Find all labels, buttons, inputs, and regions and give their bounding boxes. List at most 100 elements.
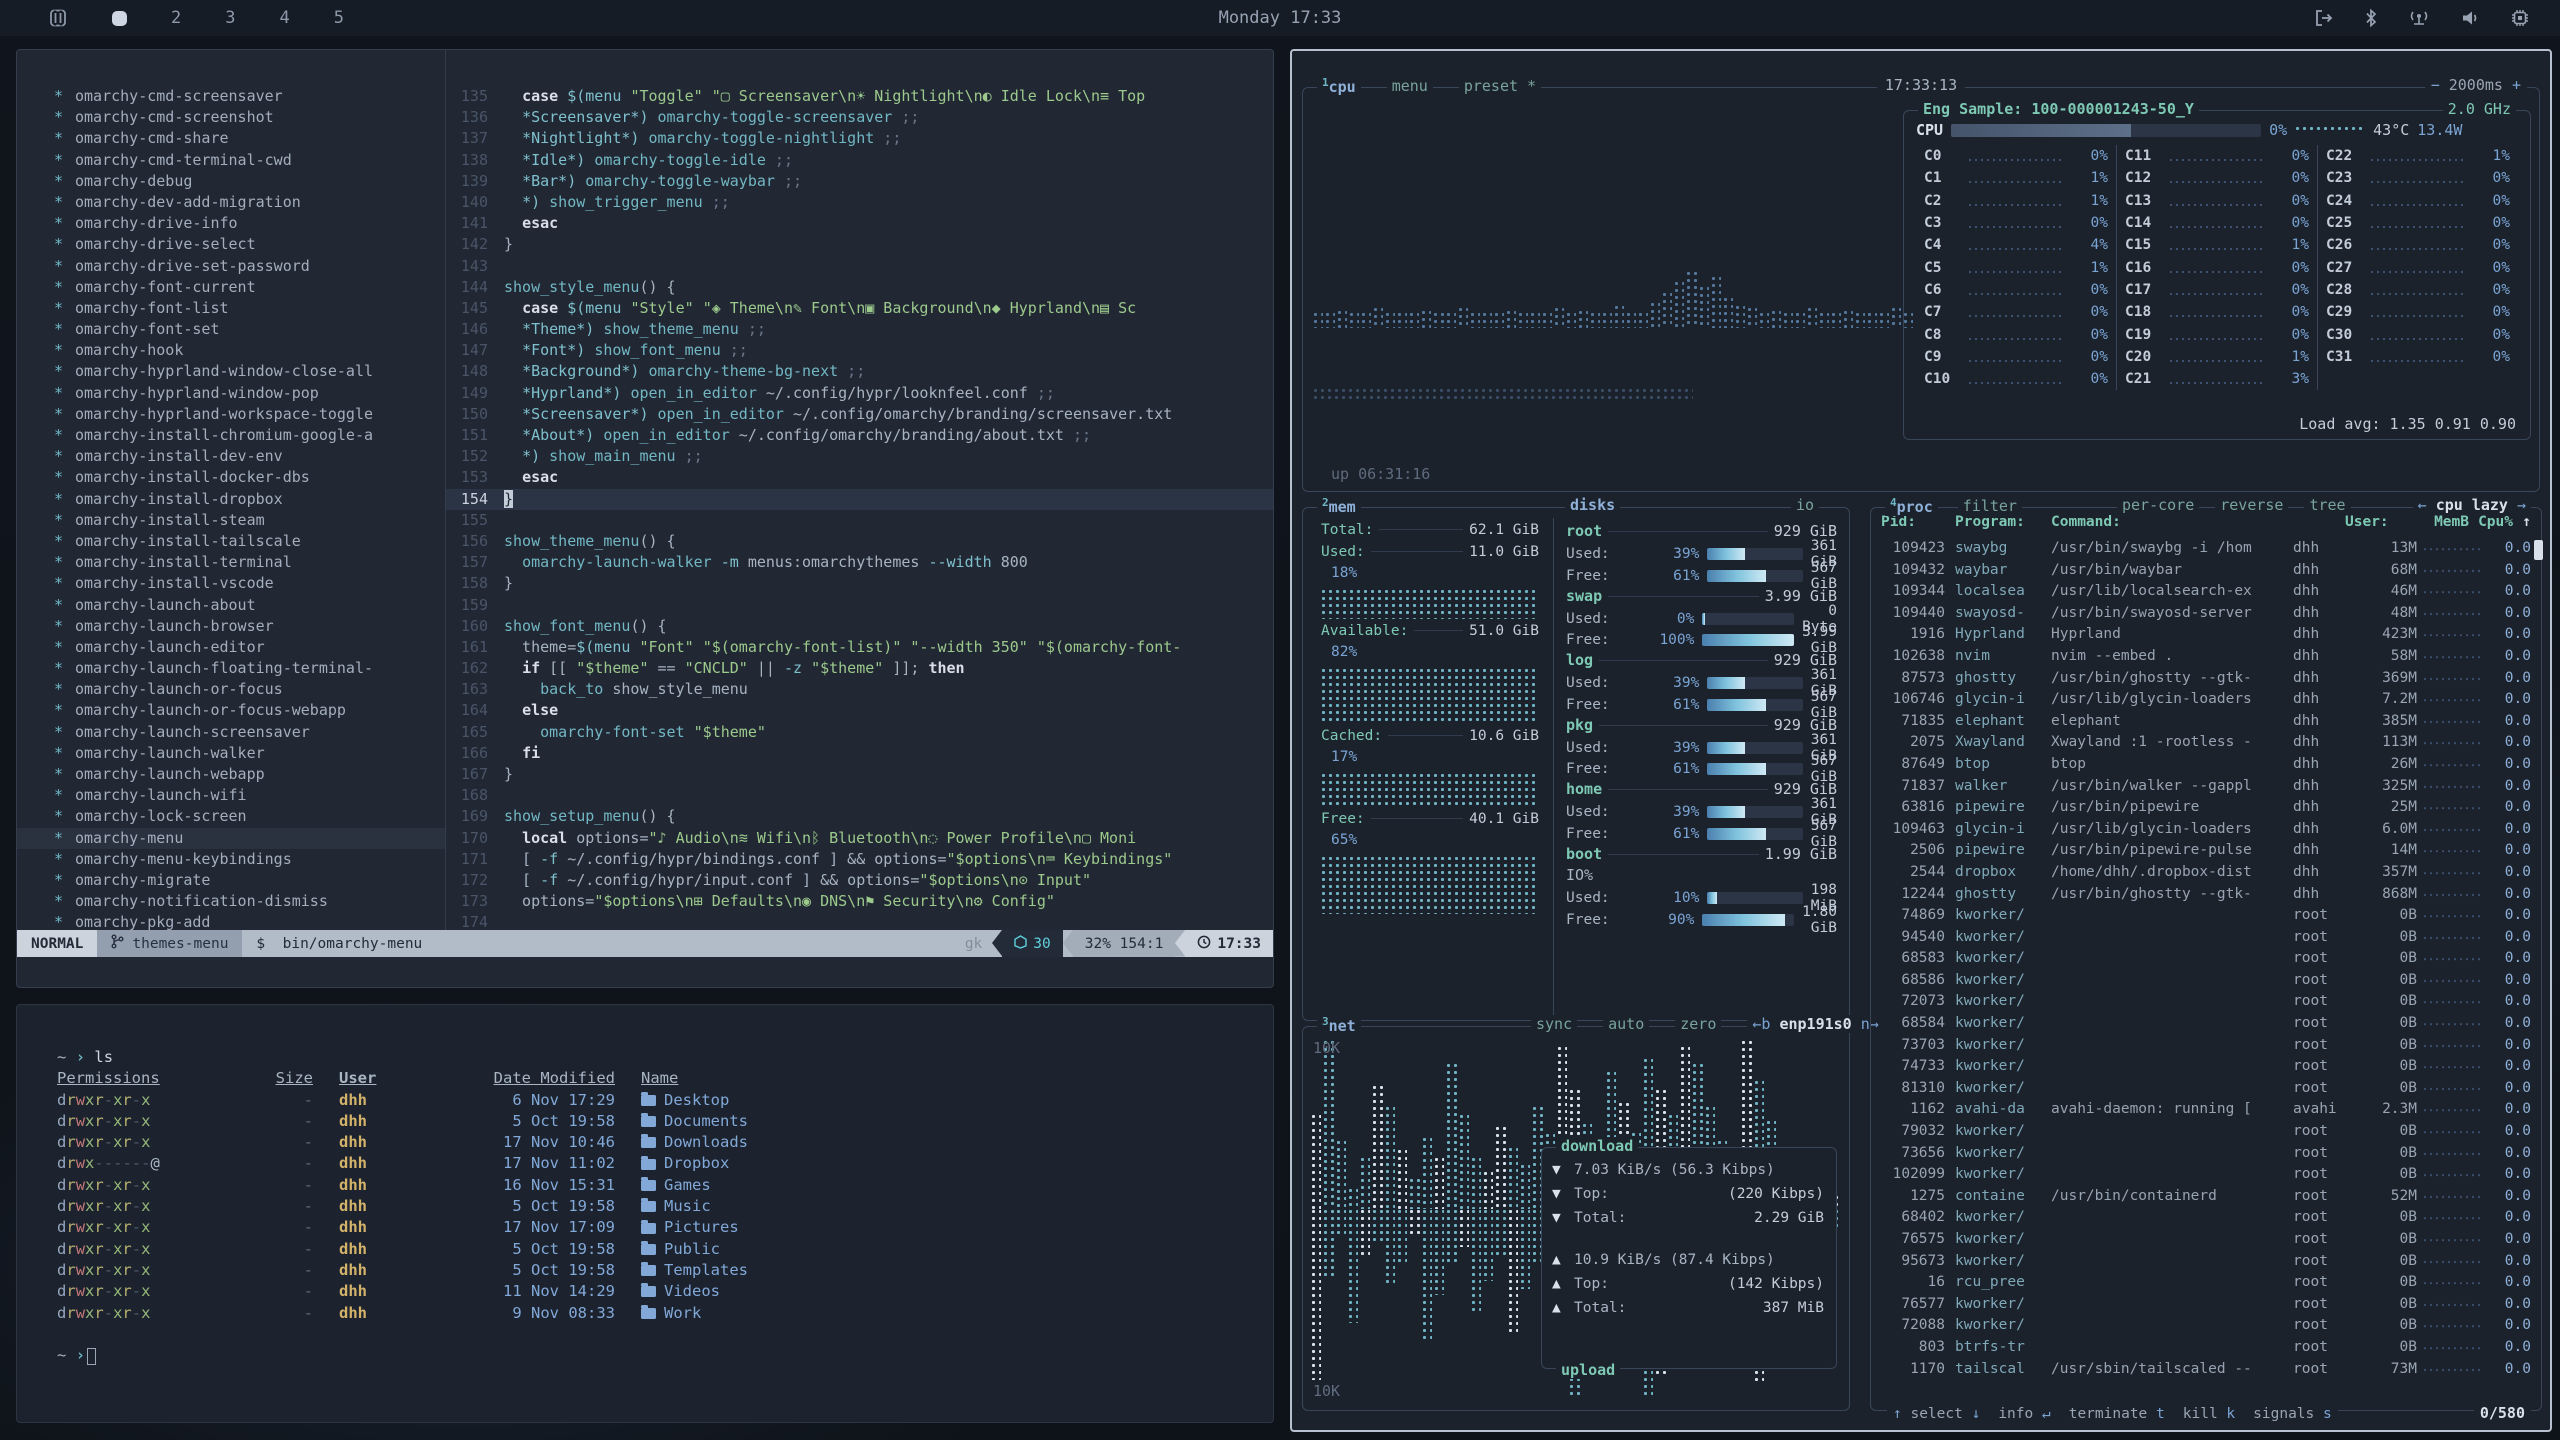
- proc-row[interactable]: 2506pipewire/usr/bin/pipewire-pulsedhh14…: [1881, 840, 2531, 862]
- mem-box-label[interactable]: 2mem: [1317, 496, 1361, 516]
- file-list-item[interactable]: *omarchy-launch-or-focus: [17, 679, 445, 700]
- file-list-item[interactable]: *omarchy-install-steam: [17, 510, 445, 531]
- proc-row[interactable]: 81310kworker/root0B0.0: [1881, 1078, 2531, 1100]
- file-list-item[interactable]: *omarchy-launch-screensaver: [17, 722, 445, 743]
- proc-row[interactable]: 71835elephantelephantdhh385M0.0: [1881, 711, 2531, 733]
- proc-row[interactable]: 102638nvimnvim --embed .dhh58M0.0: [1881, 646, 2531, 668]
- file-list-item[interactable]: *omarchy-lock-screen: [17, 806, 445, 827]
- terminal-window[interactable]: ~ › ls PermissionsSizeUserDate ModifiedN…: [16, 1004, 1274, 1423]
- proc-row[interactable]: 1162avahi-daavahi-daemon: running [avahi…: [1881, 1099, 2531, 1121]
- proc-row[interactable]: 1275containe/usr/bin/containerdroot52M0.…: [1881, 1186, 2531, 1208]
- update-interval-control[interactable]: − 2000ms +: [2425, 76, 2527, 94]
- file-list-item[interactable]: *omarchy-launch-about: [17, 595, 445, 616]
- file-list-item[interactable]: *omarchy-install-dropbox: [17, 489, 445, 510]
- file-list-item[interactable]: *omarchy-cmd-screenshot: [17, 107, 445, 128]
- net-sync-button[interactable]: sync: [1531, 1015, 1577, 1033]
- file-list-item[interactable]: *omarchy-launch-or-focus-webapp: [17, 700, 445, 721]
- proc-row[interactable]: 2544dropbox/home/dhh/.dropbox-distdhh357…: [1881, 862, 2531, 884]
- proc-row[interactable]: 68584kworker/root0B0.0: [1881, 1013, 2531, 1035]
- proc-row[interactable]: 109463glycin-i/usr/lib/glycin-loadersdhh…: [1881, 819, 2531, 841]
- preset-button[interactable]: preset *: [1459, 77, 1541, 95]
- proc-row[interactable]: 79032kworker/root0B0.0: [1881, 1121, 2531, 1143]
- file-list-item[interactable]: *omarchy-cmd-screensaver: [17, 86, 445, 107]
- file-list-item[interactable]: *omarchy-launch-wifi: [17, 785, 445, 806]
- file-list-item[interactable]: *omarchy-hyprland-window-close-all: [17, 361, 445, 382]
- nvim-window[interactable]: *omarchy-cmd-screensaver*omarchy-cmd-scr…: [16, 49, 1274, 988]
- proc-row[interactable]: 76577kworker/root0B0.0: [1881, 1294, 2531, 1316]
- io-toggle[interactable]: io: [1791, 496, 1819, 514]
- file-list-item[interactable]: *omarchy-install-terminal: [17, 552, 445, 573]
- file-list-item[interactable]: *omarchy-pkg-add: [17, 912, 445, 930]
- menu-button[interactable]: menu: [1387, 77, 1433, 95]
- file-list-item[interactable]: *omarchy-cmd-terminal-cwd: [17, 150, 445, 171]
- footer-key-terminate[interactable]: terminate t: [2069, 1406, 2165, 1422]
- file-list-item[interactable]: *omarchy-dev-add-migration: [17, 192, 445, 213]
- proc-row[interactable]: 1170tailscal/usr/sbin/tailscaled --root7…: [1881, 1359, 2531, 1381]
- file-list-item[interactable]: *omarchy-font-current: [17, 277, 445, 298]
- proc-row[interactable]: 803btrfs-trroot0B0.0: [1881, 1337, 2531, 1359]
- code-editor-pane[interactable]: 135 case $(menu "Toggle" "▢ Screensaver\…: [445, 50, 1273, 930]
- file-list-item[interactable]: *omarchy-launch-editor: [17, 637, 445, 658]
- file-list-item[interactable]: *omarchy-install-chromium-google-a: [17, 425, 445, 446]
- proc-row[interactable]: 109344localsea/usr/lib/localsearch-exdhh…: [1881, 581, 2531, 603]
- proc-row[interactable]: 72073kworker/root0B0.0: [1881, 991, 2531, 1013]
- footer-key-kill[interactable]: kill k: [2183, 1406, 2235, 1422]
- file-list-item[interactable]: *omarchy-launch-browser: [17, 616, 445, 637]
- proc-row[interactable]: 1916HyprlandHyprlanddhh423M0.0: [1881, 624, 2531, 646]
- proc-filter-button[interactable]: filter: [1958, 497, 2022, 515]
- proc-scrollbar-thumb[interactable]: [2534, 540, 2543, 560]
- file-list-item[interactable]: *omarchy-install-docker-dbs: [17, 467, 445, 488]
- file-explorer-pane[interactable]: *omarchy-cmd-screensaver*omarchy-cmd-scr…: [17, 50, 445, 930]
- proc-sort-selector[interactable]: ← cpu lazy →: [2413, 496, 2531, 514]
- file-list-item[interactable]: *omarchy-launch-floating-terminal-: [17, 658, 445, 679]
- file-list-item[interactable]: *omarchy-hyprland-window-pop: [17, 383, 445, 404]
- proc-row[interactable]: 95673kworker/root0B0.0: [1881, 1251, 2531, 1273]
- file-list-item[interactable]: *omarchy-migrate: [17, 870, 445, 891]
- file-list-item[interactable]: *omarchy-drive-select: [17, 234, 445, 255]
- proc-row[interactable]: 68586kworker/root0B0.0: [1881, 970, 2531, 992]
- file-list-item[interactable]: *omarchy-hook: [17, 340, 445, 361]
- footer-key-select[interactable]: ↑ select ↓: [1893, 1406, 1980, 1422]
- proc-row[interactable]: 68402kworker/root0B0.0: [1881, 1207, 2531, 1229]
- file-list-item[interactable]: *omarchy-install-tailscale: [17, 531, 445, 552]
- file-list-item[interactable]: *omarchy-install-vscode: [17, 573, 445, 594]
- file-list-item[interactable]: *omarchy-drive-info: [17, 213, 445, 234]
- proc-row[interactable]: 74869kworker/root0B0.0: [1881, 905, 2531, 927]
- proc-row[interactable]: 63816pipewire/usr/bin/pipewiredhh25M0.0: [1881, 797, 2531, 819]
- cpu-box-label[interactable]: 1cpu: [1317, 76, 1361, 96]
- footer-key-signals[interactable]: signals s: [2253, 1406, 2332, 1422]
- file-list-item[interactable]: *omarchy-font-set: [17, 319, 445, 340]
- net-box-label[interactable]: 3net: [1317, 1015, 1361, 1035]
- proc-row[interactable]: 72088kworker/root0B0.0: [1881, 1315, 2531, 1337]
- disks-label[interactable]: disks: [1565, 496, 1620, 514]
- proc-row[interactable]: 74733kworker/root0B0.0: [1881, 1056, 2531, 1078]
- net-zero-button[interactable]: zero: [1675, 1015, 1721, 1033]
- file-list-item[interactable]: *omarchy-notification-dismiss: [17, 891, 445, 912]
- proc-row[interactable]: 109423swaybg/usr/bin/swaybg -i /homdhh13…: [1881, 538, 2531, 560]
- proc-row[interactable]: 73656kworker/root0B0.0: [1881, 1143, 2531, 1165]
- file-list-item[interactable]: *omarchy-debug: [17, 171, 445, 192]
- proc-box-label[interactable]: 4proc: [1885, 496, 1938, 516]
- proc-row[interactable]: 109432waybar/usr/bin/waybardhh68M0.0: [1881, 560, 2531, 582]
- file-list-item[interactable]: *omarchy-hyprland-workspace-toggle: [17, 404, 445, 425]
- file-list-item[interactable]: *omarchy-menu-keybindings: [17, 849, 445, 870]
- btop-window[interactable]: 1cpu menu preset * 17:33:13 − 2000ms + u…: [1290, 49, 2552, 1432]
- proc-percore-button[interactable]: per-core: [2117, 496, 2199, 514]
- file-list-item[interactable]: *omarchy-install-dev-env: [17, 446, 445, 467]
- proc-row[interactable]: 76575kworker/root0B0.0: [1881, 1229, 2531, 1251]
- proc-tree-button[interactable]: tree: [2304, 496, 2350, 514]
- proc-row[interactable]: 12244ghostty/usr/bin/ghostty --gtk-dhh86…: [1881, 884, 2531, 906]
- file-list-item[interactable]: *omarchy-drive-set-password: [17, 256, 445, 277]
- proc-row[interactable]: 102099kworker/root0B0.0: [1881, 1164, 2531, 1186]
- file-list-item[interactable]: *omarchy-launch-webapp: [17, 764, 445, 785]
- proc-row[interactable]: 73703kworker/root0B0.0: [1881, 1035, 2531, 1057]
- proc-row[interactable]: 2075XwaylandXwayland :1 -rootless -dhh11…: [1881, 732, 2531, 754]
- file-list-item[interactable]: *omarchy-launch-walker: [17, 743, 445, 764]
- proc-row[interactable]: 106746glycin-i/usr/lib/glycin-loadersdhh…: [1881, 689, 2531, 711]
- proc-row[interactable]: 87649btopbtopdhh26M0.0: [1881, 754, 2531, 776]
- proc-row[interactable]: 68583kworker/root0B0.0: [1881, 948, 2531, 970]
- footer-key-info[interactable]: info ↵: [1998, 1406, 2050, 1422]
- net-auto-button[interactable]: auto: [1603, 1015, 1649, 1033]
- file-list-item[interactable]: *omarchy-font-list: [17, 298, 445, 319]
- proc-row[interactable]: 94540kworker/root0B0.0: [1881, 927, 2531, 949]
